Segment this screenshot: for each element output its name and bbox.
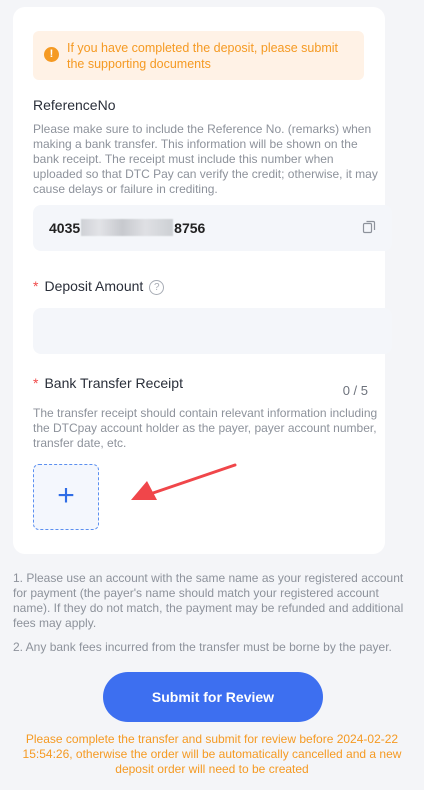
pointer-arrow-icon — [131, 463, 237, 500]
copy-icon[interactable] — [362, 220, 376, 234]
reference-number-value: 4035 8756 — [49, 219, 205, 236]
required-mark: * — [33, 375, 39, 391]
plus-icon: + — [57, 479, 75, 512]
reference-help-text: Please make sure to include the Referenc… — [33, 122, 378, 196]
bank-receipt-label: * Bank Transfer Receipt — [33, 375, 183, 391]
exclamation-icon: ! — [44, 47, 59, 62]
deposit-amount-input[interactable] — [33, 308, 392, 354]
upload-receipt-button[interactable]: + — [33, 464, 99, 530]
deposit-form-card: ! If you have completed the deposit, ple… — [13, 7, 392, 554]
alert-text: If you have completed the deposit, pleas… — [67, 41, 338, 71]
question-icon[interactable]: ? — [149, 280, 165, 295]
receipt-help-text: The transfer receipt should contain rele… — [33, 406, 378, 450]
payment-note: 2. Any bank fees incurred from the trans… — [13, 640, 392, 654]
reference-number-field: 4035 8756 — [33, 205, 392, 251]
submit-documents-alert: ! If you have completed the deposit, ple… — [33, 31, 364, 80]
bank-receipt-label-text: Bank Transfer Receipt — [44, 375, 183, 391]
deposit-amount-label: * Deposit Amount? — [33, 278, 165, 295]
payment-notes: 1. Please use an account with the same n… — [13, 571, 408, 664]
deposit-amount-label-text: Deposit Amount — [44, 278, 144, 294]
receipt-upload-counter: 0 / 5 — [342, 383, 368, 398]
reference-label: ReferenceNo — [33, 97, 116, 113]
redacted-digits — [81, 219, 174, 236]
reference-number-suffix: 8756 — [174, 219, 206, 236]
deadline-warning: Please complete the transfer and submit … — [22, 732, 402, 776]
payment-note: 1. Please use an account with the same n… — [13, 571, 404, 630]
required-mark: * — [33, 278, 39, 294]
reference-number-prefix: 4035 — [49, 219, 81, 236]
submit-for-review-button[interactable]: Submit for Review — [103, 672, 323, 722]
